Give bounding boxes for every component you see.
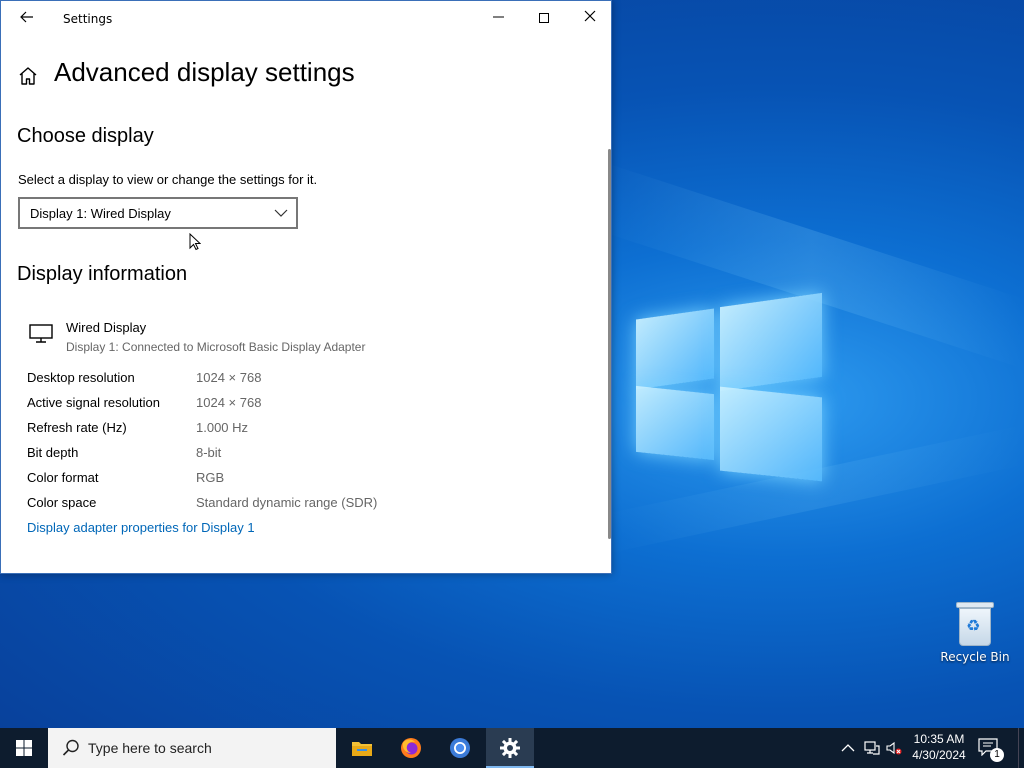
show-hidden-icons-chevron-up-icon[interactable] [840, 740, 856, 756]
recycle-bin-label: Recycle Bin [940, 650, 1010, 664]
home-icon[interactable] [17, 65, 39, 87]
info-value: 8-bit [196, 445, 222, 460]
choose-display-heading: Choose display [17, 125, 154, 147]
search-placeholder: Type here to search [88, 740, 212, 756]
notification-count-badge: 1 [990, 748, 1004, 762]
display-select-dropdown[interactable]: Display 1: Wired Display [18, 197, 298, 229]
info-label: Desktop resolution [27, 370, 135, 385]
info-value: Standard dynamic range (SDR) [196, 495, 378, 510]
close-button[interactable] [567, 1, 613, 37]
mouse-cursor-icon [189, 233, 201, 251]
taskbar-clock[interactable]: 10:35 AM 4/30/2024 [906, 731, 972, 763]
taskbar-firefox[interactable] [387, 728, 435, 768]
taskbar-file-explorer[interactable] [338, 728, 386, 768]
clock-time: 10:35 AM [913, 732, 965, 746]
taskbar: Type here to search 10:35 AM 4/30/2024 1 [0, 728, 1024, 768]
show-desktop-button[interactable] [1018, 728, 1024, 768]
info-label: Active signal resolution [27, 395, 160, 410]
info-label: Bit depth [27, 445, 79, 460]
volume-muted-icon[interactable] [886, 740, 902, 756]
taskbar-settings[interactable] [486, 728, 534, 768]
info-label: Refresh rate (Hz) [27, 420, 127, 435]
wallpaper-windows-logo [636, 290, 824, 482]
info-value: RGB [196, 470, 225, 485]
taskbar-search-box[interactable]: Type here to search [48, 728, 336, 768]
minimize-button[interactable] [475, 1, 521, 37]
info-label: Color format [27, 470, 99, 485]
info-value: 1024 × 768 [196, 395, 262, 410]
info-row: Color format RGB [27, 470, 527, 490]
back-arrow-icon[interactable] [13, 7, 41, 31]
close-icon [584, 10, 596, 22]
file-explorer-icon [352, 742, 372, 756]
search-icon [62, 739, 79, 756]
display-adapter-properties-link[interactable]: Display adapter properties for Display 1 [27, 520, 255, 535]
maximize-icon [539, 13, 549, 23]
display-information-heading: Display information [17, 263, 188, 285]
windows-start-icon [16, 740, 32, 756]
info-row: Color space Standard dynamic range (SDR) [27, 495, 527, 515]
info-label: Color space [27, 495, 97, 510]
action-center-button[interactable]: 1 [978, 738, 1004, 762]
info-row: Refresh rate (Hz) 1.000 Hz [27, 420, 527, 440]
info-row: Active signal resolution 1024 × 768 [27, 395, 527, 415]
settings-content: Advanced display settings Choose display… [1, 37, 611, 573]
settings-window: Settings Advanced display settings Choos… [0, 0, 612, 574]
display-select-value: Display 1: Wired Display [30, 206, 171, 221]
info-value: 1024 × 768 [196, 370, 262, 385]
scrollbar[interactable] [608, 149, 611, 539]
monitor-icon [29, 324, 53, 343]
display-name: Wired Display [66, 320, 147, 335]
chevron-down-icon [274, 209, 288, 217]
firefox-icon [401, 738, 421, 758]
title-bar[interactable]: Settings [1, 1, 611, 37]
network-icon[interactable] [864, 740, 880, 756]
info-row: Bit depth 8-bit [27, 445, 527, 465]
info-row: Desktop resolution 1024 × 768 [27, 370, 527, 390]
display-adapter-subtitle: Display 1: Connected to Microsoft Basic … [66, 340, 366, 354]
start-button[interactable] [0, 728, 48, 768]
clock-date: 4/30/2024 [912, 748, 966, 762]
choose-display-description: Select a display to view or change the s… [18, 172, 318, 187]
recycle-bin-desktop-icon[interactable]: ♻ Recycle Bin [936, 600, 1014, 664]
window-title: Settings [63, 12, 113, 26]
info-value: 1.000 Hz [196, 420, 249, 435]
page-title: Advanced display settings [54, 57, 355, 87]
chrome-icon [450, 738, 470, 758]
recycle-bin-icon: ♻ [956, 602, 994, 646]
taskbar-chrome[interactable] [436, 728, 484, 768]
maximize-button[interactable] [521, 1, 567, 37]
settings-gear-icon [500, 738, 520, 758]
